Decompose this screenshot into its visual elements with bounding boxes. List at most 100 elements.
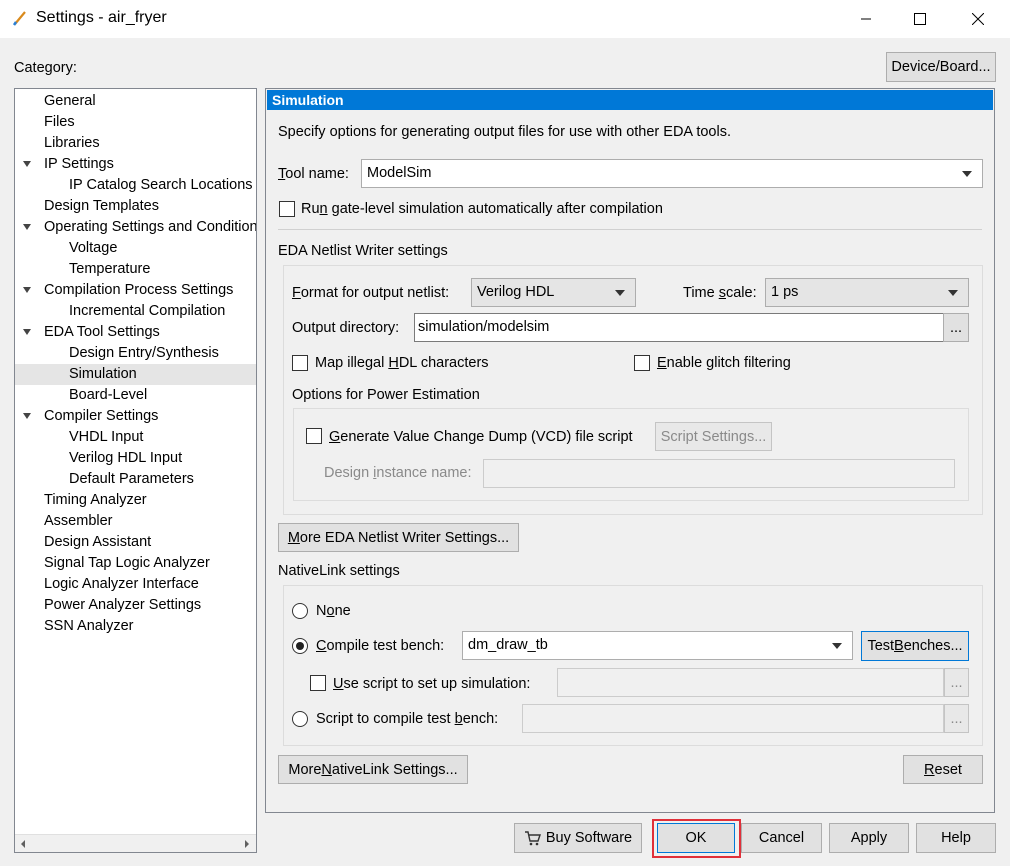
- panel-description: Specify options for generating output fi…: [278, 124, 731, 140]
- timescale-value: 1 ps: [771, 284, 799, 300]
- test-bench-value: dm_draw_tb: [468, 637, 548, 653]
- map-illegal-hdl-checkbox[interactable]: [292, 355, 308, 371]
- tree-item-label: Design Assistant: [44, 534, 152, 550]
- none-label: None: [316, 603, 351, 619]
- format-value: Verilog HDL: [477, 284, 555, 300]
- close-button[interactable]: [955, 0, 1001, 38]
- format-select[interactable]: Verilog HDL: [471, 278, 636, 307]
- tree-item-label: Incremental Compilation: [69, 303, 226, 319]
- tree-item-label: IP Settings: [44, 156, 114, 172]
- minimize-icon: [861, 18, 871, 20]
- tool-name-value: ModelSim: [367, 165, 432, 181]
- tree-item-label: VHDL Input: [69, 429, 144, 445]
- scroll-left-icon[interactable]: [19, 839, 27, 849]
- tree-item-label: Compilation Process Settings: [44, 282, 234, 298]
- category-tree[interactable]: General Files Libraries IP Settings IP Catal…: [14, 88, 257, 853]
- tree-item-label: Files: [44, 114, 75, 130]
- use-script-browse-button[interactable]: ...: [944, 668, 969, 697]
- tree-item-label: Temperature: [69, 261, 151, 277]
- netlist-section-label: EDA Netlist Writer settings: [278, 243, 448, 259]
- timescale-select[interactable]: 1 ps: [765, 278, 969, 307]
- output-directory-label: Output directory:: [292, 320, 400, 336]
- more-nativelink-settings-button[interactable]: More NativeLink Settings...: [278, 755, 468, 784]
- vcd-checkbox[interactable]: [306, 428, 322, 444]
- tree-item-label: Default Parameters: [69, 471, 194, 487]
- use-script-checkbox[interactable]: [310, 675, 326, 691]
- tree-item[interactable]: Simulation: [15, 364, 256, 385]
- help-button[interactable]: Help: [916, 823, 996, 853]
- chevron-down-icon: [948, 290, 958, 296]
- tree-item-label: Signal Tap Logic Analyzer: [44, 555, 210, 571]
- panel-header: Simulation: [267, 90, 993, 110]
- run-gate-level-checkbox[interactable]: [279, 201, 295, 217]
- tree-horizontal-scrollbar[interactable]: [15, 834, 256, 852]
- expand-arrow-icon[interactable]: [23, 413, 31, 419]
- timescale-label: Time scale:: [683, 285, 757, 301]
- tool-name-label: Tool name:: [278, 166, 349, 182]
- vcd-label: Generate Value Change Dump (VCD) file sc…: [329, 429, 633, 445]
- tree-item-label: Operating Settings and Conditions: [44, 219, 257, 235]
- script-compile-input[interactable]: [522, 704, 944, 733]
- apply-button[interactable]: Apply: [829, 823, 909, 853]
- tree-item-label: Voltage: [69, 240, 118, 256]
- tree-item-label: Libraries: [44, 135, 100, 151]
- expand-arrow-icon[interactable]: [23, 287, 31, 293]
- maximize-button[interactable]: [897, 0, 943, 38]
- chevron-down-icon: [832, 643, 842, 649]
- script-compile-browse-button[interactable]: ...: [944, 704, 969, 733]
- more-netlist-settings-button[interactable]: More EDA Netlist Writer Settings...: [278, 523, 519, 552]
- reset-button[interactable]: Reset: [903, 755, 983, 784]
- tree-item-label: Verilog HDL Input: [69, 450, 183, 466]
- window-title: Settings - air_fryer: [36, 9, 167, 26]
- glitch-filtering-label: Enable glitch filtering: [657, 355, 791, 371]
- map-illegal-hdl-label: Map illegal HDL characters: [315, 355, 489, 371]
- close-icon: [972, 13, 984, 25]
- buy-software-button[interactable]: Buy Software: [514, 823, 642, 853]
- tree-item-label: Power Analyzer Settings: [44, 597, 202, 613]
- highlight-box: [652, 819, 741, 858]
- expand-arrow-icon[interactable]: [23, 329, 31, 335]
- design-instance-input[interactable]: [483, 459, 955, 488]
- script-compile-label: Script to compile test bench:: [316, 711, 499, 727]
- output-directory-input[interactable]: simulation/modelsim: [414, 313, 944, 342]
- use-script-input[interactable]: [557, 668, 944, 697]
- buy-software-label: Buy Software: [545, 830, 633, 846]
- category-label: Category:: [14, 60, 77, 76]
- power-estimation-label: Options for Power Estimation: [292, 387, 480, 403]
- output-directory-browse-button[interactable]: ...: [943, 313, 969, 342]
- device-board-button[interactable]: Device/Board...: [886, 52, 996, 82]
- minimize-button[interactable]: [843, 0, 889, 38]
- cancel-button[interactable]: Cancel: [741, 823, 822, 853]
- app-icon: [12, 11, 26, 26]
- shopping-cart-icon: [524, 831, 541, 846]
- script-compile-radio[interactable]: [292, 711, 308, 727]
- tree-item-label: General: [44, 93, 96, 109]
- tree-item-label: Design Templates: [44, 198, 159, 214]
- tree-item-label: EDA Tool Settings: [44, 324, 160, 340]
- tree-item-label: Board-Level: [69, 387, 148, 403]
- tree-item-label: Simulation: [69, 366, 137, 382]
- tree-item-label: Logic Analyzer Interface: [44, 576, 199, 592]
- test-bench-select[interactable]: dm_draw_tb: [462, 631, 853, 660]
- tree-item-label: SSN Analyzer: [44, 618, 134, 634]
- maximize-icon: [914, 13, 926, 25]
- glitch-filtering-checkbox[interactable]: [634, 355, 650, 371]
- chevron-down-icon: [962, 171, 972, 177]
- scroll-right-icon[interactable]: [243, 839, 251, 849]
- design-instance-label: Design instance name:: [324, 465, 472, 481]
- expand-arrow-icon[interactable]: [23, 224, 31, 230]
- test-benches-button[interactable]: Test Benches...: [861, 631, 969, 661]
- compile-test-bench-label: Compile test bench:: [316, 638, 445, 654]
- title-bar: Settings - air_fryer: [0, 0, 1010, 38]
- none-radio[interactable]: [292, 603, 308, 619]
- expand-arrow-icon[interactable]: [23, 161, 31, 167]
- compile-test-bench-radio[interactable]: [292, 638, 308, 654]
- tool-name-select[interactable]: ModelSim: [361, 159, 983, 188]
- run-gate-level-label: Run gate-level simulation automatically …: [301, 201, 663, 217]
- script-settings-button[interactable]: Script Settings...: [655, 422, 772, 451]
- format-label: Format for output netlist:: [292, 285, 450, 301]
- tree-item-label: Compiler Settings: [44, 408, 159, 424]
- tree-item-label: Design Entry/Synthesis: [69, 345, 219, 361]
- tree-item-label: Timing Analyzer: [44, 492, 147, 508]
- divider: [278, 229, 982, 230]
